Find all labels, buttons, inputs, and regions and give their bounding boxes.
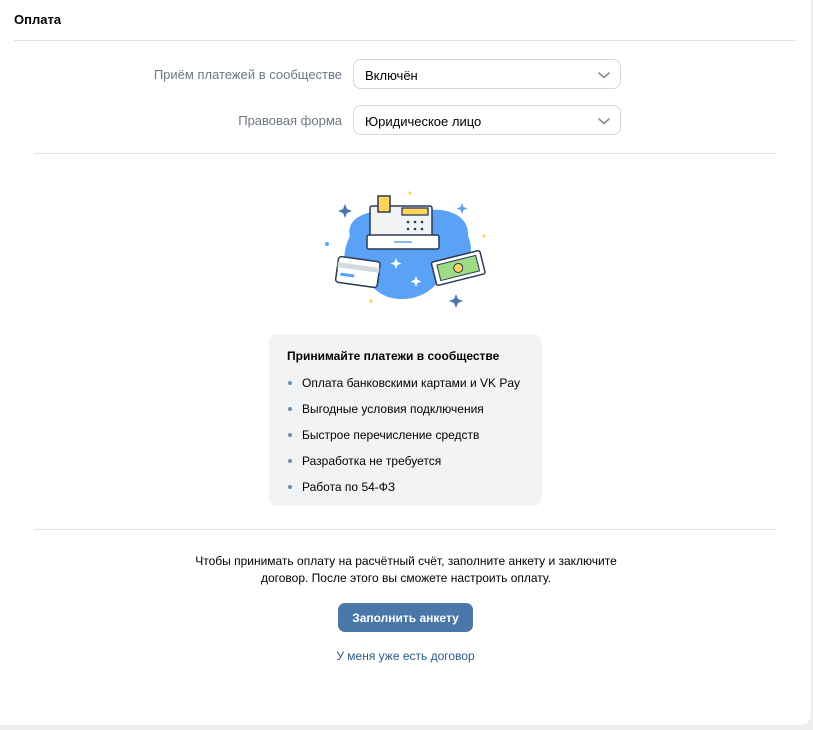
legal-form-label: Правовая форма xyxy=(238,113,342,128)
benefit-text: Разработка не требуется xyxy=(302,454,442,468)
fill-form-button[interactable]: Заполнить анкету xyxy=(338,603,473,632)
cash-register-illustration xyxy=(325,191,486,308)
bullet-icon xyxy=(288,459,292,463)
info-line: Чтобы принимать оплату на расчётный счёт… xyxy=(195,554,617,568)
card-header: Оплата xyxy=(14,0,796,41)
benefits-title: Принимайте платежи в сообществе xyxy=(287,349,500,363)
have-contract-link[interactable]: У меня уже есть договор xyxy=(0,649,811,663)
benefit-text: Работа по 54-ФЗ xyxy=(302,480,396,494)
bullet-icon xyxy=(288,407,292,411)
list-item: Работа по 54-ФЗ xyxy=(287,479,520,505)
bullet-icon xyxy=(288,381,292,385)
benefit-text: Оплата банковскими картами и VK Pay xyxy=(302,376,521,390)
list-item: Оплата банковскими картами и VK Pay xyxy=(287,375,520,401)
info-text: Чтобы принимать оплату на расчётный счёт… xyxy=(156,553,656,587)
payment-settings-card: Оплата Приём платежей в сообществе Включ… xyxy=(0,0,811,725)
benefit-text: Быстрое перечисление средств xyxy=(302,428,480,442)
payments-label: Приём платежей в сообществе xyxy=(153,67,342,82)
bullet-icon xyxy=(288,485,292,489)
chevron-down-icon xyxy=(598,118,610,125)
info-line: договор. После этого вы сможете настроит… xyxy=(260,571,552,585)
payments-select-value: Включён xyxy=(365,68,418,83)
benefits-list: Оплата банковскими картами и VK Pay Выго… xyxy=(287,375,520,505)
page-title: Оплата xyxy=(14,12,62,27)
legal-form-select[interactable]: Юридическое лицо xyxy=(353,105,621,135)
legal-form-row: Правовая форма Юридическое лицо xyxy=(0,105,813,137)
benefit-text: Выгодные условия подключения xyxy=(302,402,484,416)
list-item: Разработка не требуется xyxy=(287,453,520,479)
payments-select[interactable]: Включён xyxy=(353,59,621,89)
divider xyxy=(34,153,776,154)
bullet-icon xyxy=(288,433,292,437)
chevron-down-icon xyxy=(598,72,610,79)
legal-form-select-value: Юридическое лицо xyxy=(365,114,482,129)
list-item: Быстрое перечисление средств xyxy=(287,427,520,453)
list-item: Выгодные условия подключения xyxy=(287,401,520,427)
benefits-panel: Принимайте платежи в сообществе Оплата б… xyxy=(269,334,542,506)
payments-row: Приём платежей в сообществе Включён xyxy=(0,59,813,91)
divider xyxy=(34,529,776,530)
